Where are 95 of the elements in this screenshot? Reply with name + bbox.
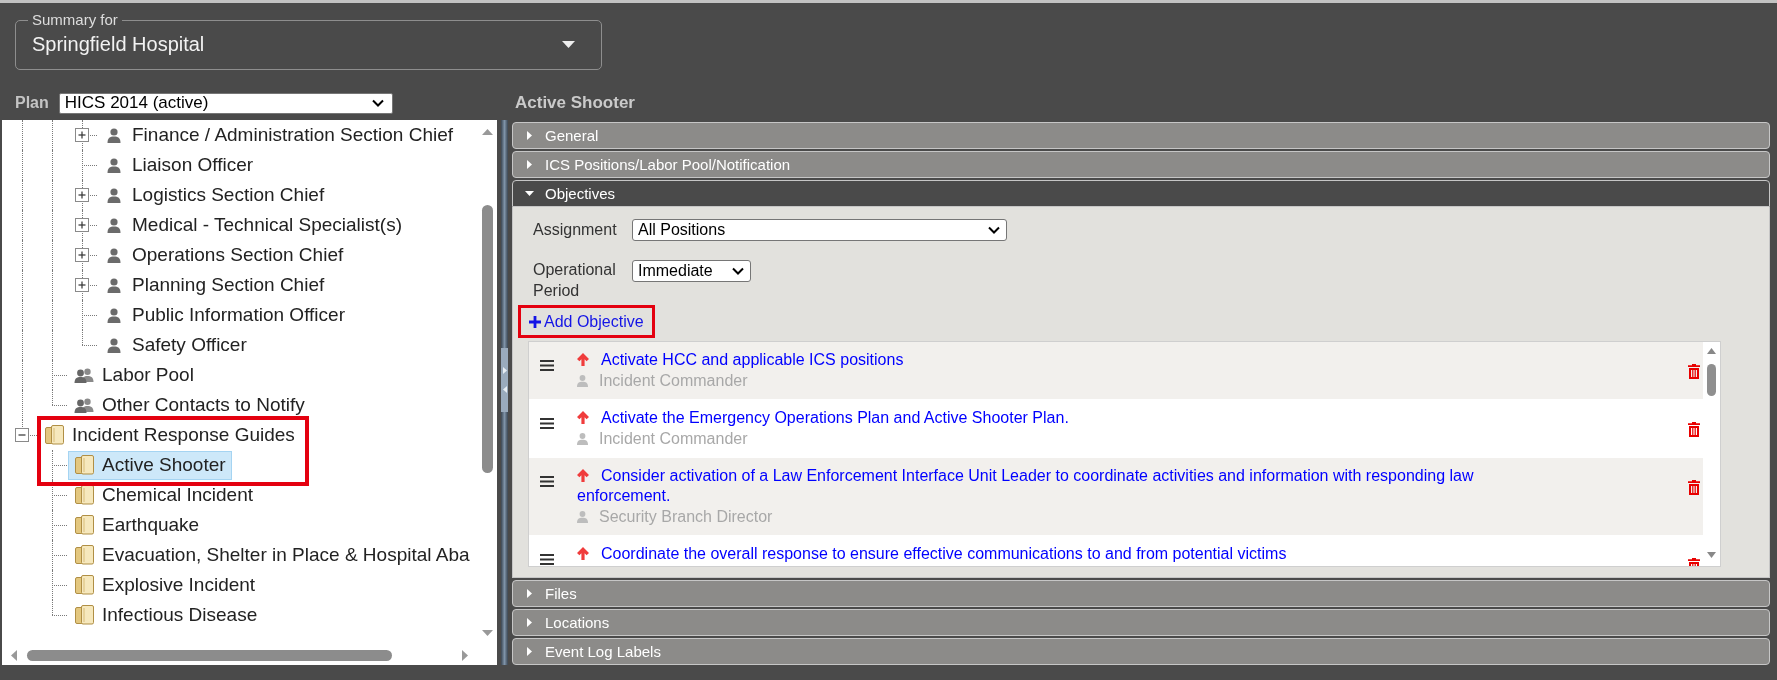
chevron-down-icon — [732, 267, 744, 275]
splitter-bar[interactable] — [501, 120, 508, 665]
book-icon — [74, 455, 94, 475]
tree-item[interactable]: Other Contacts to Notify — [68, 390, 311, 420]
scroll-left-icon[interactable] — [11, 649, 17, 661]
scroll-right-icon[interactable] — [462, 649, 468, 661]
two-people-icon — [74, 397, 94, 413]
drag-handle-icon[interactable] — [540, 418, 554, 429]
plus-icon — [529, 315, 541, 328]
objective-link[interactable]: Consider activation of a Law Enforcement Interface Unit Leader to coordinate activities and information with responding law enforcement. — [577, 466, 1487, 506]
plus-box-icon[interactable] — [75, 248, 89, 262]
field-label: Assignment — [533, 220, 618, 240]
up-arrow-icon — [577, 411, 589, 424]
plan-select[interactable]: HICS 2014 (active) — [58, 92, 393, 114]
tree-item[interactable]: Earthquake — [68, 510, 206, 540]
plus-box-icon[interactable] — [75, 128, 89, 142]
tree-item[interactable]: Operations Section Chief — [98, 240, 350, 270]
scroll-up-icon[interactable] — [1707, 348, 1716, 354]
select-field[interactable]: Immediate — [632, 260, 751, 282]
tree-item[interactable]: Active Shooter — [68, 450, 232, 480]
plus-box-icon[interactable] — [75, 278, 89, 292]
scrollbar-thumb[interactable] — [482, 205, 493, 473]
book-icon — [44, 425, 64, 445]
book-icon — [74, 575, 94, 595]
tree-item[interactable]: Logistics Section Chief — [98, 180, 331, 210]
assignee-label: Incident Commander — [599, 430, 748, 448]
scrollbar-thumb[interactable] — [27, 649, 392, 661]
scroll-up-icon[interactable] — [482, 129, 493, 135]
person-icon — [107, 247, 121, 263]
tree-item[interactable]: Safety Officer — [98, 330, 253, 360]
caret-right-icon — [527, 131, 532, 140]
drag-handle-icon[interactable] — [540, 554, 554, 565]
person-icon — [107, 337, 121, 353]
person-icon — [577, 511, 588, 523]
assignee-label: Security Branch Director — [599, 508, 773, 526]
objective-link[interactable]: Coordinate the overall response to ensure effective communications to and from potential victims — [577, 544, 1487, 564]
accordion-header[interactable]: Objectives — [512, 180, 1770, 207]
caret-right-icon — [527, 160, 532, 169]
book-icon — [74, 545, 94, 565]
person-icon — [107, 127, 121, 143]
up-arrow-icon — [577, 353, 589, 366]
plus-box-icon[interactable] — [75, 188, 89, 202]
hospital-dropdown[interactable]: Summary for Springfield Hospital — [15, 11, 602, 70]
tree-item[interactable]: Finance / Administration Section Chief — [98, 120, 460, 150]
field-label: Operational Period — [533, 260, 617, 301]
tree-item[interactable]: Planning Section Chief — [98, 270, 331, 300]
caret-right-icon — [527, 618, 532, 627]
tree-item[interactable]: Chemical Incident — [68, 480, 260, 510]
tree-item[interactable]: Infectious Disease — [68, 600, 264, 630]
person-icon — [107, 217, 121, 233]
minus-box-icon[interactable] — [15, 428, 29, 442]
objective-link[interactable]: Activate the Emergency Operations Plan and Active Shooter Plan. — [577, 408, 1487, 428]
plus-box-icon[interactable] — [75, 218, 89, 232]
trash-icon[interactable] — [1688, 480, 1700, 495]
splitter-handle[interactable] — [501, 348, 508, 412]
person-icon — [107, 307, 121, 323]
trash-icon[interactable] — [1688, 364, 1700, 379]
arrow-left-icon — [502, 386, 507, 393]
person-icon — [577, 433, 588, 445]
scroll-down-icon[interactable] — [1707, 552, 1716, 558]
caret-down-icon — [562, 40, 575, 48]
tree-item[interactable]: Explosive Incident — [68, 570, 262, 600]
caret-down-icon — [525, 191, 534, 196]
up-arrow-icon — [577, 547, 589, 560]
tree-item[interactable]: Labor Pool — [68, 360, 200, 390]
caret-right-icon — [527, 647, 532, 656]
tree-item[interactable]: Evacuation, Shelter in Place & Hospital Aba — [68, 540, 476, 570]
scrollbar-thumb[interactable] — [1707, 364, 1716, 396]
tree-item[interactable]: Incident Response Guides — [38, 420, 301, 450]
tree-item[interactable]: Medical - Technical Specialist(s) — [98, 210, 408, 240]
drag-handle-icon[interactable] — [540, 476, 554, 487]
person-icon — [107, 187, 121, 203]
scroll-down-icon[interactable] — [482, 630, 493, 636]
plan-label: Plan — [15, 94, 49, 112]
tree-item[interactable]: Public Information Officer — [98, 300, 351, 330]
select-field[interactable]: All Positions — [632, 219, 1007, 241]
chevron-down-icon — [371, 99, 384, 107]
drag-handle-icon[interactable] — [540, 360, 554, 371]
chevron-down-icon — [988, 226, 1000, 234]
two-people-icon — [74, 367, 94, 383]
trash-icon[interactable] — [1688, 422, 1700, 437]
section-title: Active Shooter — [514, 92, 636, 114]
book-icon — [74, 515, 94, 535]
caret-right-icon — [527, 589, 532, 598]
person-icon — [107, 157, 121, 173]
book-icon — [74, 605, 94, 625]
tree-item[interactable]: Liaison Officer — [98, 150, 260, 180]
add-objective-button[interactable]: Add Objective — [521, 308, 652, 335]
objective-link[interactable]: Activate HCC and applicable ICS positions — [577, 350, 1487, 370]
arrow-right-icon — [502, 367, 507, 374]
up-arrow-icon — [577, 469, 589, 482]
book-icon — [74, 485, 94, 505]
person-icon — [107, 277, 121, 293]
person-icon — [577, 375, 588, 387]
assignee-label: Incident Commander — [599, 372, 748, 390]
